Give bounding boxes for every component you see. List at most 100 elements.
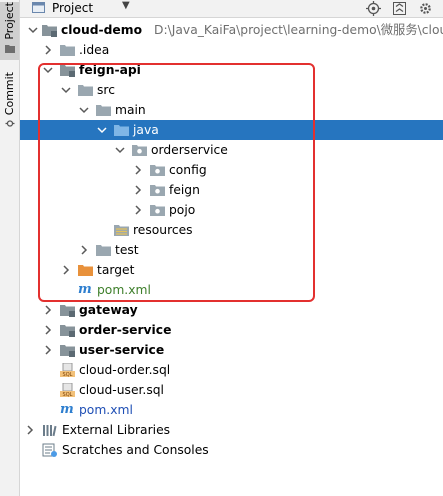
tree-label-feign-api: feign-api [79, 63, 141, 77]
chevron-right-icon[interactable] [42, 304, 54, 316]
toolwindow-title[interactable]: Project [52, 1, 93, 15]
chevron-right-icon[interactable] [42, 324, 54, 336]
commit-icon [5, 120, 14, 127]
module-folder-icon [60, 345, 75, 357]
tree-item-src[interactable]: src [20, 80, 443, 100]
tab-commit-label: Commit [3, 72, 16, 116]
module-folder-icon [60, 65, 75, 77]
tree-label-cloud-order-sql: cloud-order.sql [79, 363, 171, 377]
tree-item-java[interactable]: java [20, 120, 443, 140]
target-icon[interactable] [366, 1, 381, 16]
tree-label-src: src [97, 83, 115, 97]
tree-label-scratches: Scratches and Consoles [62, 443, 209, 457]
tree-item-pom-feign[interactable]: m pom.xml [20, 280, 443, 300]
excluded-folder-icon [78, 265, 93, 276]
tree-item-scratches[interactable]: Scratches and Consoles [20, 440, 443, 460]
tree-label-feign: feign [169, 183, 200, 197]
chevron-down-icon[interactable] [42, 64, 54, 76]
tab-project-label: Project [3, 2, 16, 40]
chevron-down-icon[interactable] [27, 24, 39, 36]
chevron-right-icon[interactable] [42, 344, 54, 356]
tree-item-cloud-order-sql[interactable]: SQL cloud-order.sql [20, 360, 443, 380]
tree-item-cloud-user-sql[interactable]: SQL cloud-user.sql [20, 380, 443, 400]
chevron-right-icon[interactable] [132, 184, 144, 196]
tree-label-pojo: pojo [169, 203, 196, 217]
tree-item-feign-api[interactable]: feign-api [20, 60, 443, 80]
project-tree: cloud-demo D:\Java_KaiFa\project\learnin… [20, 18, 443, 496]
tree-item-feign[interactable]: feign [20, 180, 443, 200]
tree-label-test: test [115, 243, 139, 257]
module-folder-icon [42, 25, 57, 37]
package-icon [150, 205, 165, 216]
svg-text:SQL: SQL [63, 372, 73, 377]
tree-item-order-service[interactable]: order-service [20, 320, 443, 340]
maven-icon: m [78, 282, 92, 297]
tree-item-resources[interactable]: resources [20, 220, 443, 240]
tree-label-user-service: user-service [79, 343, 165, 357]
chevron-right-icon[interactable] [132, 164, 144, 176]
chevron-right-icon[interactable] [60, 264, 72, 276]
chevron-down-icon[interactable]: ▼ [122, 0, 130, 11]
settings-icon[interactable] [418, 1, 433, 16]
tree-label-main: main [115, 103, 146, 117]
sql-file-icon: SQL [60, 383, 75, 397]
chevron-down-icon[interactable] [78, 104, 90, 116]
tree-item-config[interactable]: config [20, 160, 443, 180]
resources-folder-icon [114, 225, 129, 236]
scratches-icon [42, 443, 57, 457]
folder-icon [60, 45, 75, 56]
tree-item-target[interactable]: target [20, 260, 443, 280]
tree-label-idea: .idea [79, 43, 110, 57]
tree-item-gateway[interactable]: gateway [20, 300, 443, 320]
chevron-right-icon[interactable] [78, 244, 90, 256]
folder-icon [4, 44, 15, 53]
package-icon [150, 165, 165, 176]
chevron-right-icon[interactable] [132, 204, 144, 216]
module-folder-icon [60, 305, 75, 317]
tree-label-project-path: D:\Java_KaiFa\project\learning-demo\微服务\… [154, 23, 443, 37]
module-folder-icon [60, 325, 75, 337]
tree-label-external-libraries: External Libraries [62, 423, 171, 437]
tree-item-pom-root[interactable]: m pom.xml [20, 400, 443, 420]
project-view-icon [32, 2, 45, 13]
tree-item-pojo[interactable]: pojo [20, 200, 443, 220]
tree-label-cloud-user-sql: cloud-user.sql [79, 383, 164, 397]
tree-item-cloud-demo[interactable]: cloud-demo D:\Java_KaiFa\project\learnin… [20, 20, 443, 40]
chevron-right-icon[interactable] [42, 44, 54, 56]
tree-label-orderservice: orderservice [151, 143, 228, 157]
collapse-all-icon[interactable] [392, 1, 407, 16]
tree-item-user-service[interactable]: user-service [20, 340, 443, 360]
folder-icon [78, 85, 93, 96]
chevron-down-icon[interactable] [60, 84, 72, 96]
tree-label-gateway: gateway [79, 303, 138, 317]
chevron-down-icon[interactable] [114, 144, 126, 156]
tree-item-idea[interactable]: .idea [20, 40, 443, 60]
sql-file-icon: SQL [60, 363, 75, 377]
package-icon [150, 185, 165, 196]
project-toolwindow-header: Project ▼ [20, 0, 443, 18]
tree-label-resources: resources [133, 223, 193, 237]
tree-label-target: target [97, 263, 135, 277]
source-folder-icon [114, 125, 129, 136]
tree-item-test[interactable]: test [20, 240, 443, 260]
tree-label-cloud-demo: cloud-demo [61, 23, 143, 37]
tree-item-orderservice[interactable]: orderservice [20, 140, 443, 160]
tree-label-order-service: order-service [79, 323, 172, 337]
folder-icon [96, 245, 111, 256]
chevron-down-icon[interactable] [96, 124, 108, 136]
chevron-right-icon[interactable] [24, 424, 36, 436]
tree-label-java: java [133, 123, 159, 137]
tab-commit[interactable]: Commit [0, 72, 19, 134]
tool-window-strip: Project Commit [0, 0, 20, 496]
folder-icon [96, 105, 111, 116]
libraries-icon [43, 425, 57, 437]
tree-label-pom-root: pom.xml [79, 403, 133, 417]
tree-item-main[interactable]: main [20, 100, 443, 120]
tab-project[interactable]: Project [0, 2, 19, 60]
tree-item-external-libraries[interactable]: External Libraries [20, 420, 443, 440]
tree-label-config: config [169, 163, 207, 177]
package-icon [132, 145, 147, 156]
svg-text:SQL: SQL [63, 392, 73, 397]
maven-icon: m [60, 402, 74, 417]
tree-label-pom-feign: pom.xml [97, 283, 151, 297]
